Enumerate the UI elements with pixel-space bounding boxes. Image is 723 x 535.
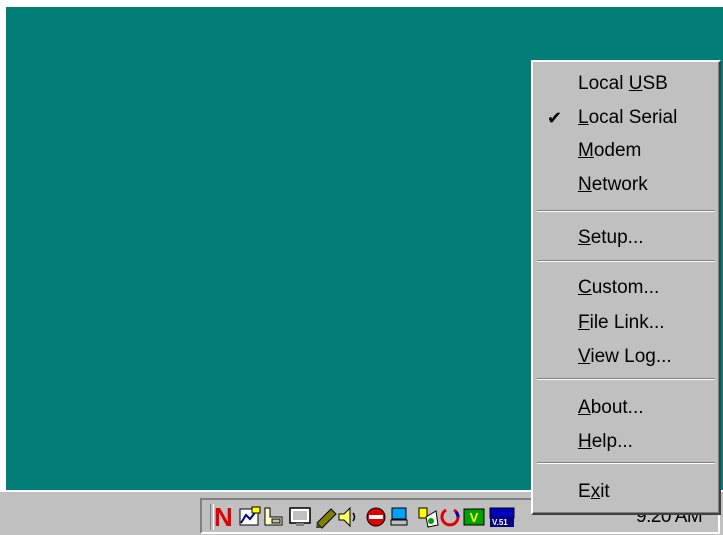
menu-item-local-serial[interactable]: ✔ Local Serial	[533, 102, 719, 134]
menu-item-label: Modem	[578, 140, 642, 161]
paint-icon[interactable]	[416, 505, 440, 529]
menu-item-help[interactable]: Help...	[533, 426, 719, 458]
menu-separator	[537, 462, 715, 464]
chart-icon[interactable]	[238, 505, 262, 529]
pen-icon[interactable]	[314, 505, 338, 529]
menu-item-label: Network	[578, 174, 648, 195]
speaker-icon[interactable]	[336, 505, 360, 529]
no-entry-icon[interactable]	[364, 505, 388, 529]
v-icon[interactable]: V	[462, 505, 486, 529]
screen: N V V.51 9:20 AM Local USB ✔ Local Seria…	[0, 0, 723, 535]
menu-separator	[537, 260, 715, 262]
menu-item-local-usb[interactable]: Local USB	[533, 68, 719, 100]
power-icon[interactable]	[438, 505, 462, 529]
modem-badge-label: V.51	[492, 518, 508, 527]
menu-separator	[537, 378, 715, 380]
menu-item-label: Exit	[578, 481, 610, 502]
checkmark-icon: ✔	[547, 108, 563, 128]
menu-item-label: Help...	[578, 431, 633, 452]
computer-icon[interactable]	[388, 505, 412, 529]
monitor-icon[interactable]	[288, 505, 312, 529]
tray-context-menu: Local USB ✔ Local Serial Modem Network Setup.…	[531, 60, 721, 515]
menu-item-file-link[interactable]: File Link...	[533, 307, 719, 339]
menu-item-label: About...	[578, 397, 644, 418]
menu-item-label: Custom...	[578, 277, 660, 298]
menu-separator	[537, 210, 715, 212]
phone-icon[interactable]	[262, 505, 286, 529]
menu-item-custom[interactable]: Custom...	[533, 272, 719, 304]
menu-item-modem[interactable]: Modem	[533, 135, 719, 167]
menu-item-label: View Log...	[578, 346, 672, 367]
menu-item-label: Local Serial	[578, 107, 678, 128]
menu-item-label: Local USB	[578, 73, 668, 94]
menu-item-label: File Link...	[578, 312, 665, 333]
menu-item-exit[interactable]: Exit	[533, 476, 719, 508]
menu-item-network[interactable]: Network	[533, 169, 719, 201]
netscape-icon[interactable]: N	[214, 504, 238, 530]
svg-text:V: V	[470, 510, 479, 525]
menu-item-setup[interactable]: Setup...	[533, 222, 719, 254]
menu-item-view-log[interactable]: View Log...	[533, 341, 719, 373]
menu-item-about[interactable]: About...	[533, 392, 719, 424]
menu-item-label: Setup...	[578, 227, 644, 248]
modem-icon[interactable]: V.51	[488, 505, 518, 529]
